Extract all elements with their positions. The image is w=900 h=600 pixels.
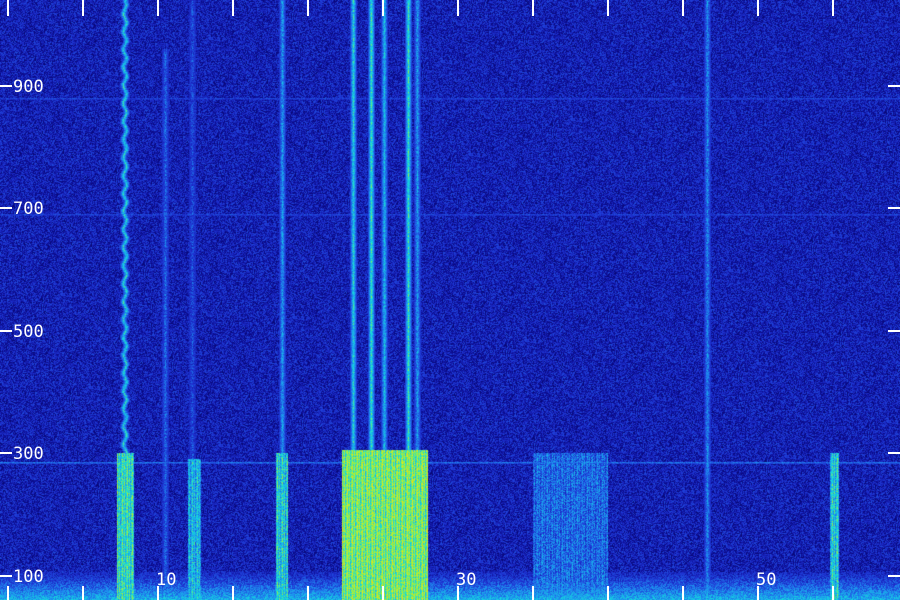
y-tick-label: 300 [13,444,44,464]
axis-overlay: 10 30 50 100 300 500 700 900 [0,0,900,600]
y-tick-label: 500 [13,322,44,342]
y-tick-label: 100 [13,567,44,587]
x-tick-label: 50 [756,570,776,590]
y-tick-label: 700 [13,199,44,219]
x-tick-label: 30 [456,570,476,590]
x-tick-label: 10 [156,570,176,590]
y-tick-label: 900 [13,77,44,97]
